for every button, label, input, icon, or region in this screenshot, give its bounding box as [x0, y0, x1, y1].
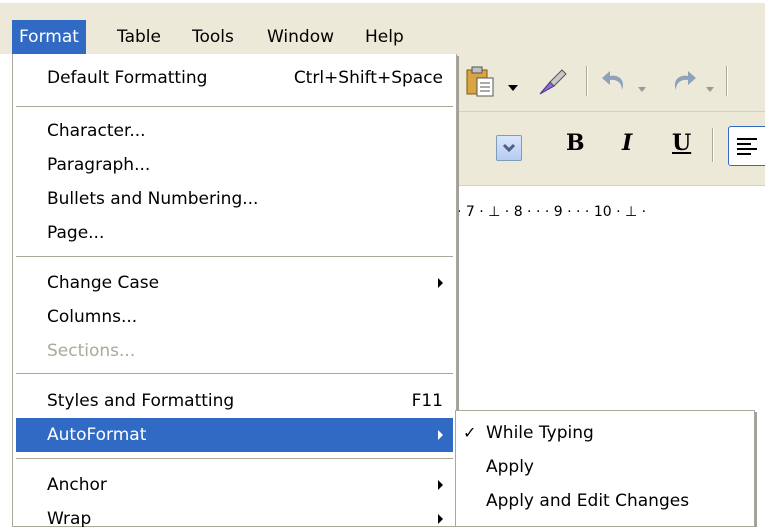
autoformat-submenu: ✓ While Typing Apply Apply and Edit Chan… [455, 410, 755, 527]
menu-item-label: Paragraph... [47, 155, 151, 175]
menu-item-character[interactable]: Character... [16, 114, 453, 148]
menu-item-anchor[interactable]: Anchor [16, 468, 453, 502]
menu-item-label: AutoFormat [47, 425, 147, 445]
horizontal-ruler[interactable]: · 7 · ⊥ · 8 · · · 9 · · · 10 · ⊥ · [455, 186, 765, 238]
menu-item-default-formatting[interactable]: Default Formatting Ctrl+Shift+Space [16, 61, 453, 95]
paste-icon[interactable] [463, 64, 497, 103]
clone-formatting-icon[interactable] [536, 64, 570, 103]
menu-item-styles-and-formatting[interactable]: Styles and Formatting F11 [16, 384, 453, 418]
menu-help[interactable]: Help [358, 20, 411, 54]
menu-item-shortcut: F11 [411, 391, 443, 411]
menu-item-label: Character... [47, 121, 146, 141]
submenu-item-label: Apply and Edit Changes [486, 491, 690, 511]
menu-item-label: Default Formatting [47, 68, 208, 88]
chevron-down-icon [502, 143, 516, 153]
menu-item-label: Anchor [47, 475, 107, 495]
chevron-down-icon[interactable] [706, 78, 714, 98]
menu-item-bullets-and-numbering[interactable]: Bullets and Numbering... [16, 182, 453, 216]
menu-item-label: Styles and Formatting [47, 391, 235, 411]
submenu-item-apply[interactable]: Apply [459, 450, 751, 484]
menu-table[interactable]: Table [110, 20, 168, 54]
menu-item-sections: Sections... [16, 334, 453, 368]
menu-item-page[interactable]: Page... [16, 216, 453, 250]
menu-separator [16, 458, 453, 459]
submenu-arrow-icon [438, 514, 443, 524]
bold-button[interactable]: B [566, 130, 585, 156]
menu-item-label: Change Case [47, 273, 160, 293]
align-left-icon [737, 138, 757, 155]
undo-icon[interactable] [600, 66, 630, 101]
menu-separator [16, 373, 453, 374]
menu-item-label: Sections... [47, 341, 136, 361]
submenu-arrow-icon [438, 480, 443, 490]
submenu-item-apply-and-edit-changes[interactable]: Apply and Edit Changes [459, 484, 751, 518]
menu-item-label: Bullets and Numbering... [47, 189, 259, 209]
menu-format[interactable]: Format [12, 20, 86, 54]
submenu-item-label: Apply [486, 457, 534, 477]
submenu-item-label: While Typing [486, 423, 594, 443]
align-left-button[interactable] [728, 126, 765, 166]
submenu-arrow-icon [438, 278, 443, 288]
menu-item-autoformat[interactable]: AutoFormat [16, 418, 453, 452]
underline-button[interactable]: U [672, 130, 691, 156]
font-size-dropdown-button[interactable] [496, 135, 522, 161]
menu-item-paragraph[interactable]: Paragraph... [16, 148, 453, 182]
menu-item-shortcut: Ctrl+Shift+Space [293, 68, 443, 88]
menu-separator [16, 256, 453, 257]
menu-item-label: Columns... [47, 307, 138, 327]
menu-tools[interactable]: Tools [185, 20, 241, 54]
redo-icon[interactable] [668, 66, 698, 101]
italic-button[interactable]: I [622, 130, 632, 156]
menu-bar: Format Table Tools Window Help [0, 0, 765, 54]
menu-item-columns[interactable]: Columns... [16, 300, 453, 334]
menu-item-wrap[interactable]: Wrap [16, 502, 453, 527]
submenu-arrow-icon [438, 430, 443, 440]
chevron-down-icon[interactable] [508, 78, 518, 98]
menu-item-label: Wrap [47, 509, 92, 527]
chevron-down-icon[interactable] [638, 78, 646, 98]
checkmark-icon: ✓ [463, 423, 477, 442]
menu-separator [16, 106, 453, 107]
menu-item-label: Page... [47, 223, 105, 243]
menu-item-change-case[interactable]: Change Case [16, 266, 453, 300]
menu-window[interactable]: Window [260, 20, 341, 54]
submenu-item-while-typing[interactable]: ✓ While Typing [459, 416, 751, 450]
format-menu: Default Formatting Ctrl+Shift+Space Char… [12, 54, 457, 527]
